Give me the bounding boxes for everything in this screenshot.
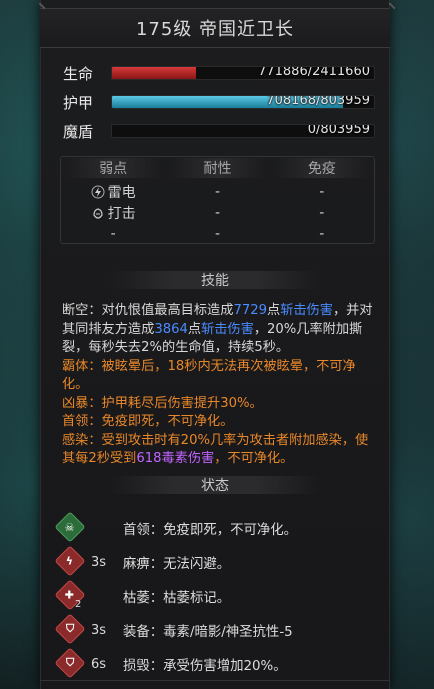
weakness-column: 雷电 打击 -: [61, 181, 165, 244]
shield-value: 0/803959: [307, 124, 370, 137]
skill-text: ，不可净化。: [214, 451, 294, 466]
status-text: 首领：免疫即死，不可净化。: [123, 523, 298, 538]
shield-row: 魔盾 0/803959: [63, 120, 375, 142]
hp-label: 生命: [63, 64, 94, 83]
resistance-header: 耐性: [169, 158, 266, 178]
status-item[interactable]: ⛉ 6s 损毁：承受伤害增加20%。: [54, 647, 385, 681]
armor-value: 708168/803959: [266, 95, 370, 108]
skill-ferocity: 凶暴：护甲耗尽后伤害提升30%。: [62, 395, 263, 411]
resistance-value: -: [214, 225, 221, 242]
enemy-title: 175级 帝国近卫长: [135, 19, 295, 40]
immunity-value: -: [319, 204, 325, 221]
shield-break-icon: ⛉: [54, 613, 86, 645]
shield-label: 魔盾: [63, 122, 94, 141]
status-item[interactable]: ϟ 3s 麻痹：无法闪避。: [54, 545, 385, 579]
fist-icon: [93, 207, 103, 219]
damage-value: 3864: [154, 321, 188, 337]
status-text: 装备：毒素/暗影/神圣抗性-5: [123, 625, 293, 640]
resistance-box: 弱点 耐性 免疫 雷电 打击 - - - - - - -: [60, 156, 375, 244]
skill-text: 点: [267, 303, 281, 318]
weakness-label: 打击: [107, 205, 136, 222]
weakness-blunt[interactable]: 打击: [91, 202, 136, 223]
skill-text: 断空：对仇恨值最高目标造成: [62, 303, 234, 318]
shield-bar: 0/803959: [111, 124, 375, 138]
immunity-column: - - -: [270, 181, 374, 244]
hp-value: 771886/2411660: [258, 66, 370, 79]
title-bar: 175级 帝国近卫长: [34, 2, 396, 48]
weakness-header: 弱点: [65, 158, 162, 178]
damage-type: 斩击伤害: [280, 303, 333, 318]
panel-bottom-border: [40, 680, 390, 681]
skill-cut-space: 断空：对仇恨值最高目标造成7729点斩击伤害，并对其同排友方造成3864点斩击伤…: [62, 302, 380, 358]
armor-bar: 708168/803959: [111, 95, 375, 109]
hp-bar: 771886/2411660: [111, 66, 375, 80]
status-text: 麻痹：无法闪避。: [123, 557, 231, 572]
status-item[interactable]: ⛉ 3s 装备：毒素/暗影/神圣抗性-5: [54, 613, 385, 647]
weakness-empty: -: [111, 223, 116, 244]
lightning-icon: [91, 185, 105, 198]
immunity-header: 免疫: [273, 158, 370, 178]
skull-icon: ☠: [54, 511, 86, 543]
resistance-value: -: [214, 204, 221, 221]
damage-type: 斩击伤害: [201, 321, 254, 337]
armor-row: 护甲 708168/803959: [63, 91, 375, 113]
damage-value: 618: [136, 451, 162, 466]
resistance-column: - - -: [165, 181, 269, 244]
skill-super-armor: 霸体：被眩晕后，18秒内无法再次被眩晕，不可净化。: [62, 358, 356, 393]
skills-header: 技能: [110, 271, 320, 289]
immunity-value: -: [319, 183, 325, 200]
armor-label: 护甲: [63, 93, 94, 112]
status-item[interactable]: ✚ 2 枯萎：枯萎标记。: [54, 579, 385, 613]
status-item[interactable]: ☠ 首领：免疫即死，不可净化。: [54, 511, 385, 545]
weakness-lightning[interactable]: 雷电: [91, 181, 136, 202]
status-duration: 6s: [91, 656, 107, 672]
damage-type: 毒素伤害: [161, 451, 215, 466]
status-text: 枯萎：枯萎标记。: [123, 591, 231, 606]
skill-boss: 首领：免疫即死，不可净化。: [62, 414, 234, 429]
status-header: 状态: [110, 476, 320, 494]
skill-infection: 感染：受到攻击时有20%几率为攻击者附加感染，使其每2秒受到618毒素伤害，不可…: [62, 432, 380, 469]
status-text: 损毁：承受伤害增加20%。: [123, 659, 287, 674]
status-stack: 2: [75, 599, 82, 610]
weakness-label: 雷电: [107, 184, 136, 201]
shield-damage-icon: ⛉: [54, 647, 86, 679]
status-list: ☠ 首领：免疫即死，不可净化。 ϟ 3s 麻痹：无法闪避。 ✚ 2 枯萎：枯萎标…: [54, 511, 385, 681]
numb-icon: ϟ: [54, 545, 86, 577]
immunity-value: -: [319, 225, 325, 242]
hp-row: 生命 771886/2411660: [63, 62, 375, 84]
skill-text: 点: [187, 321, 202, 337]
resistance-value: -: [214, 183, 221, 200]
hp-bar-fill: [112, 67, 196, 79]
skills-list: 断空：对仇恨值最高目标造成7729点斩击伤害，并对其同排友方造成3864点斩击伤…: [62, 302, 380, 469]
status-duration: 3s: [91, 622, 107, 638]
damage-value: 7729: [233, 303, 267, 318]
status-duration: 3s: [91, 554, 107, 570]
weakness-label: -: [110, 225, 116, 242]
